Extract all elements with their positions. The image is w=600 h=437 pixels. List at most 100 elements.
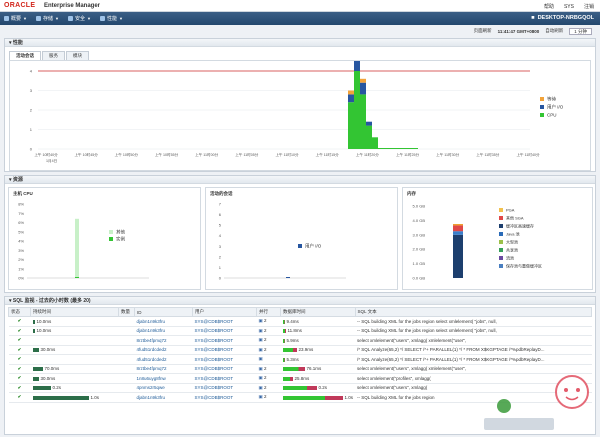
user-menu[interactable]: SYS xyxy=(564,4,574,10)
tab-active-sessions[interactable]: 活动会话 xyxy=(9,51,41,60)
parallel-icon: ▣ xyxy=(258,365,263,371)
tab-services[interactable]: 服务 xyxy=(42,51,65,60)
parallel-icon: ▣ xyxy=(258,356,263,362)
sql-text-cell: /* SQL Analyze(65,2) */ SELECT /*+ PARAL… xyxy=(355,345,592,355)
dbtime-value: 0.2s xyxy=(318,385,328,391)
menu-summary[interactable]: 概要 ▼ xyxy=(4,15,27,22)
main-menu-bar: 概要 ▼ 存储 ▼ 安全 ▼ 性能 ▼ ■ DESKTOP-NRBGQOL xyxy=(0,12,600,25)
sql-id-link[interactable]: djabn1n9k3fru xyxy=(134,316,193,327)
duration-cell: 30.0ms xyxy=(30,345,119,355)
refresh-label: 页面刷新 xyxy=(473,28,492,33)
user-link[interactable]: SYS@CDB$ROOT xyxy=(192,345,257,355)
parallel-value: 2 xyxy=(264,365,267,371)
cpu-area xyxy=(372,137,378,149)
table-row[interactable]: ✔ 10.0ms djabn1n9k3fru SYS@CDB$ROOT ▣ 2 11.8m… xyxy=(8,326,592,336)
y-tick-label: 1 xyxy=(30,127,33,132)
col-duration[interactable]: 持续时间 xyxy=(30,307,119,317)
host-cpu-panel: 主机 CPU 8% 7% 6% 5% 4% 3% 2% 1% 0% 其他 实例 xyxy=(8,187,201,290)
col-dbtime[interactable]: 数据库时间 xyxy=(280,307,356,317)
logout-link[interactable]: 注销 xyxy=(584,3,594,10)
refresh-bar: 页面刷新 11:41:47 GMT+0800 自动刷新 1 分钟 xyxy=(0,26,600,36)
refresh-time: 11:41:47 GMT+0800 xyxy=(497,28,540,34)
parallel-icon: ▣ xyxy=(258,394,263,400)
refresh-interval-select[interactable]: 1 分钟 xyxy=(569,27,592,35)
dbtime-bar xyxy=(282,348,297,353)
col-user[interactable]: 用户 xyxy=(192,307,257,317)
sql-id-link[interactable]: 8rztbe4fpmq72 xyxy=(134,335,193,346)
dbtime-bar xyxy=(282,395,343,400)
help-menu[interactable]: 帮助 xyxy=(544,3,554,10)
sql-id-link[interactable]: 4fud51rdcded2 xyxy=(134,345,193,355)
tab-modules[interactable]: 模块 xyxy=(66,51,89,60)
y-tick-label: 3.0 GB xyxy=(413,232,426,237)
col-status[interactable]: 状态 xyxy=(8,307,31,317)
dbtime-bar xyxy=(282,338,285,343)
performance-header[interactable]: ▾ 性能 xyxy=(5,39,595,47)
sql-id-link[interactable]: 4pnms2r5qwe xyxy=(134,383,193,393)
auto-refresh-label: 自动刷新 xyxy=(545,28,564,33)
cpu-area xyxy=(354,71,360,149)
status-check-icon: ✔ xyxy=(8,364,31,374)
dbtime-cell: 76.1ms xyxy=(280,364,356,374)
dbtime-cell: 0.2s xyxy=(280,383,356,393)
col-sql-text[interactable]: SQL 文本 xyxy=(354,307,593,317)
col-count[interactable]: 数量 xyxy=(118,307,135,317)
user-link[interactable]: SYS@CDB$ROOT xyxy=(192,354,257,365)
resources-header[interactable]: ▾ 资源 xyxy=(5,176,595,184)
user-link[interactable]: SYS@CDB$ROOT xyxy=(192,373,257,384)
user-link[interactable]: SYS@CDB$ROOT xyxy=(192,392,257,403)
duration-cell: 30.0ms xyxy=(30,373,119,384)
count-cell xyxy=(118,383,135,393)
table-header-row: 状态 持续时间 数量 ID 用户 并行 数据库时间 SQL 文本 xyxy=(8,307,593,317)
menu-storage[interactable]: 存储 ▼ xyxy=(35,15,59,22)
parallel-value: 2 xyxy=(264,384,267,390)
legend-swatch xyxy=(109,237,113,241)
user-link[interactable]: SYS@CDB$ROOT xyxy=(192,316,257,327)
user-link[interactable]: SYS@CDB$ROOT xyxy=(192,364,257,374)
status-check-icon: ✔ xyxy=(8,392,31,403)
duration-value: 70.0ms xyxy=(44,366,60,372)
menu-security[interactable]: 安全 ▼ xyxy=(67,15,91,22)
active-sessions-title: 活动的会话 xyxy=(210,191,233,196)
table-row[interactable]: ✔ 8rztbe4fpmq72 SYS@CDB$ROOT ▣ 2 5.9ms select… xyxy=(8,335,592,346)
parallel-icon: ▣ xyxy=(258,375,263,381)
user-link[interactable]: SYS@CDB$ROOT xyxy=(192,383,257,393)
legend-swatch xyxy=(499,264,503,268)
cpu-area xyxy=(366,125,372,149)
x-tick-label: 上午 11时10分 xyxy=(275,152,299,157)
legend-label: 保存池与重做缓冲区 xyxy=(506,263,542,269)
legend-label: 用户 I/O xyxy=(547,104,564,111)
user-link[interactable]: SYS@CDB$ROOT xyxy=(192,335,257,346)
instance-bar xyxy=(75,277,79,278)
sql-id-link[interactable]: 8rztbe4fpmq72 xyxy=(134,364,193,374)
y-tick-label: 0 xyxy=(219,276,222,281)
table-row[interactable]: ✔ 30.0ms 4fud51rdcded2 SYS@CDB$ROOT ▣ 2 23.9m… xyxy=(8,345,592,355)
col-id[interactable]: ID xyxy=(134,307,193,317)
wait-area xyxy=(348,90,354,95)
col-parallel[interactable]: 并行 xyxy=(256,307,281,317)
x-tick-label: 上午 10时55分 xyxy=(155,152,179,157)
host-cpu-chart: 8% 7% 6% 5% 4% 3% 2% 1% 0% 其他实例 xyxy=(18,202,149,281)
database-icon: ■ xyxy=(531,15,535,21)
legend-label: 流池 xyxy=(506,255,514,261)
legend-label: 缓冲区高速缓存 xyxy=(506,223,534,229)
sql-id-link[interactable]: 1n8u6uyg8fnw xyxy=(134,373,193,384)
status-check-icon: ✔ xyxy=(8,354,31,365)
duration-value: 10.0ms xyxy=(36,318,52,324)
sql-id-link[interactable]: djabn1n9k3fru xyxy=(134,326,193,336)
x-tick-label: 上午 11时20分 xyxy=(356,152,380,157)
legend-swatch xyxy=(109,230,113,234)
sql-id-link[interactable]: djabn1n9k3fru xyxy=(134,392,193,403)
legend-label: Java 池 xyxy=(506,231,520,237)
memory-segment xyxy=(453,231,463,235)
sql-id-link[interactable]: 4fud51rdcded2 xyxy=(134,354,193,365)
dbtime-bar xyxy=(282,376,293,381)
menu-performance[interactable]: 性能 ▼ xyxy=(99,15,123,22)
y-tick-label: 5.0 GB xyxy=(413,204,426,209)
sql-monitor-header[interactable]: ▾ SQL 监视 - 过去的小时数 (最多 20) xyxy=(5,297,595,305)
table-row[interactable]: ✔ 10.0ms djabn1n9k3fru SYS@CDB$ROOT ▣ 2 9.4ms… xyxy=(8,316,592,327)
y-tick-label: 2.0 GB xyxy=(413,247,426,252)
user-link[interactable]: SYS@CDB$ROOT xyxy=(192,326,257,336)
chevron-down-icon: ▼ xyxy=(118,16,123,21)
x-tick-label: 上午 11时35分 xyxy=(476,152,500,157)
